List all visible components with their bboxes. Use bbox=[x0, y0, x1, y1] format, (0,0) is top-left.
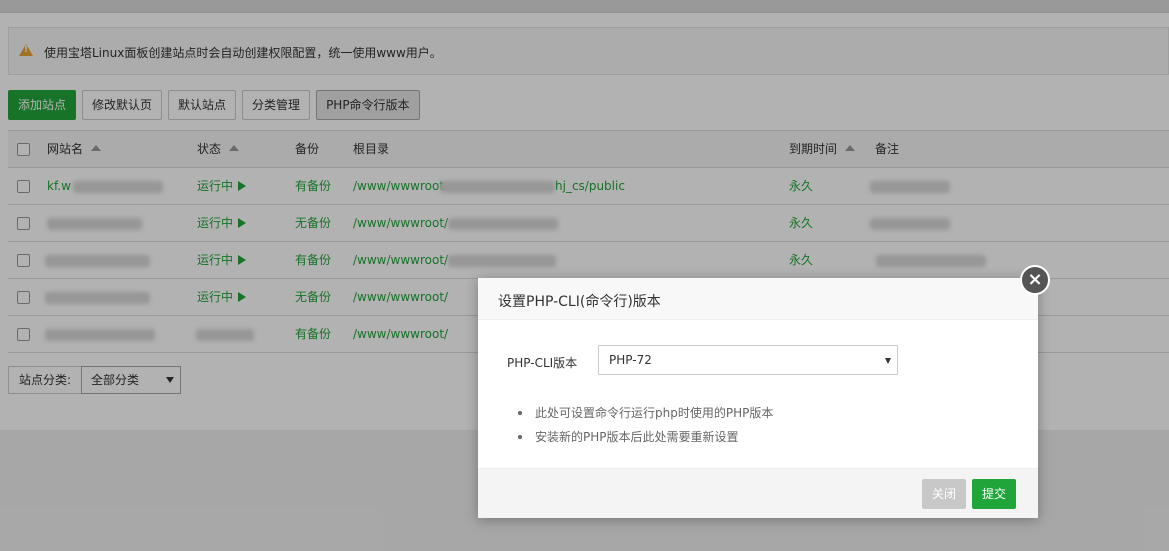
dialog-title: 设置PHP-CLI(命令行)版本 bbox=[498, 294, 661, 310]
tips-list: 此处可设置命令行运行php时使用的PHP版本 安装新的PHP版本后此处需要重新设… bbox=[518, 403, 773, 451]
php-cli-version-label: PHP-CLI版本 bbox=[507, 356, 578, 370]
close-button[interactable]: 关闭 bbox=[922, 479, 967, 509]
dialog-header: 设置PHP-CLI(命令行)版本 bbox=[478, 278, 1038, 320]
selected-version: PHP-72 bbox=[609, 353, 652, 367]
php-cli-version-dialog: 设置PHP-CLI(命令行)版本 × PHP-CLI版本 PHP-72 此处可设… bbox=[478, 265, 1050, 518]
close-icon[interactable]: × bbox=[1020, 265, 1050, 295]
dialog-footer: 关闭 提交 bbox=[478, 468, 1038, 518]
tip-item: 安装新的PHP版本后此处需要重新设置 bbox=[518, 427, 773, 451]
php-cli-version-select[interactable]: PHP-72 bbox=[598, 345, 898, 375]
chevron-down-icon bbox=[885, 358, 891, 364]
submit-button[interactable]: 提交 bbox=[972, 479, 1017, 509]
tip-item: 此处可设置命令行运行php时使用的PHP版本 bbox=[518, 403, 773, 427]
